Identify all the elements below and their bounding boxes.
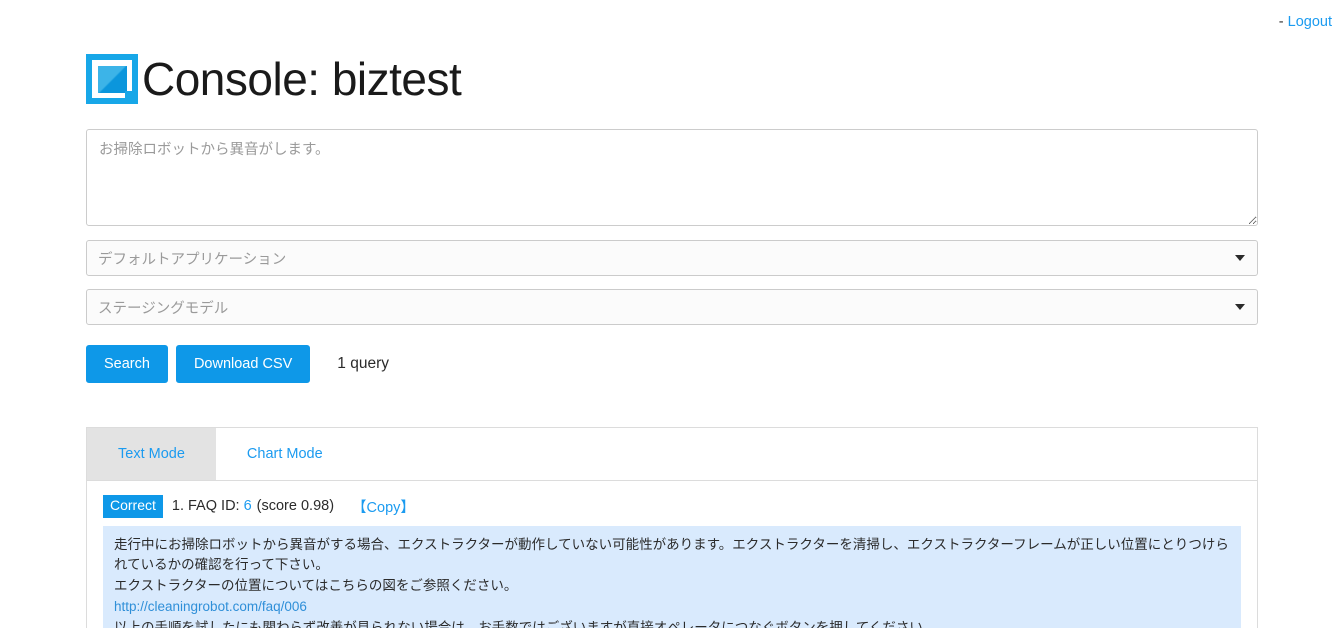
tab-text-mode[interactable]: Text Mode: [87, 428, 216, 480]
answer-url-link[interactable]: http://cleaningrobot.com/faq/006: [114, 597, 1230, 618]
actions-row: Search Download CSV 1 query: [86, 345, 1258, 383]
answer-line: 以上の手順を試したにも関わらず改善が見られない場合は、お手数ではございますが直接…: [114, 620, 937, 628]
square-logo-icon: [86, 54, 138, 104]
main-container: Console: biztest デフォルトアプリケーション ステージングモデル…: [86, 0, 1258, 628]
download-csv-button[interactable]: Download CSV: [175, 345, 311, 383]
answer-line: エクストラクターの位置についてはこちらの図をご参照ください。: [114, 578, 518, 594]
tab-bar: Text Mode Chart Mode: [86, 427, 1258, 480]
page-title: Console: biztest: [142, 53, 462, 105]
query-input[interactable]: [86, 129, 1258, 226]
application-select[interactable]: デフォルトアプリケーション: [86, 240, 1258, 276]
topbar-separator: -: [1278, 14, 1284, 30]
tab-chart-mode[interactable]: Chart Mode: [215, 428, 354, 480]
application-select-wrapper: デフォルトアプリケーション: [86, 240, 1258, 276]
answer-box: 走行中にお掃除ロボットから異音がする場合、エクストラクターが動作していない可能性…: [103, 525, 1241, 628]
search-button[interactable]: Search: [86, 345, 168, 383]
query-count-label: 1 query: [337, 355, 389, 372]
model-select[interactable]: ステージングモデル: [86, 289, 1258, 325]
status-badge: Correct: [103, 495, 163, 518]
result-rank: 1.: [171, 498, 184, 515]
result-header: Correct 1. FAQ ID: 6 (score 0.98) 【Copy】: [103, 495, 1241, 518]
result-score: (score 0.98): [256, 498, 335, 515]
model-select-wrapper: ステージングモデル: [86, 289, 1258, 325]
faq-id-label: FAQ ID:: [188, 498, 240, 515]
tab-panel-text-mode: Correct 1. FAQ ID: 6 (score 0.98) 【Copy】…: [86, 480, 1258, 628]
page-header: Console: biztest: [86, 48, 1258, 110]
faq-id-value[interactable]: 6: [244, 498, 252, 514]
logout-link[interactable]: Logout: [1288, 14, 1332, 30]
copy-link[interactable]: 【Copy】: [352, 496, 415, 517]
answer-line: 走行中にお掃除ロボットから異音がする場合、エクストラクターが動作していない可能性…: [114, 536, 1229, 573]
results-section: Text Mode Chart Mode Correct 1. FAQ ID: …: [86, 427, 1258, 628]
console-page: - Logout Console: biztest デフォルトアプリケーション …: [0, 0, 1344, 628]
